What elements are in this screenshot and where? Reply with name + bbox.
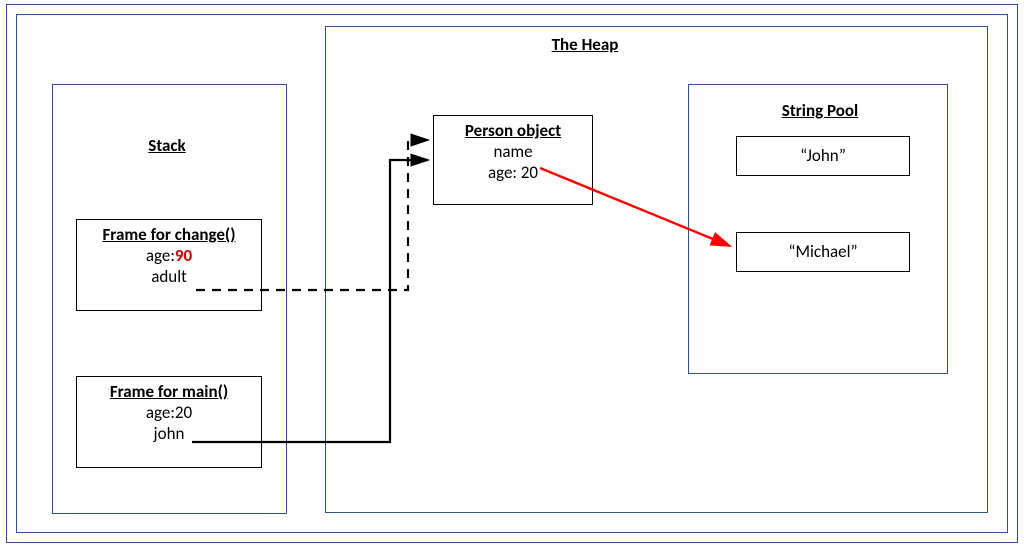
frame-change-content: Frame for change() age:90 adult	[80, 224, 258, 287]
string-michael-box: “Michael”	[736, 232, 910, 272]
frame-main-age: age:20	[80, 402, 258, 423]
heap-title: The Heap	[520, 34, 650, 55]
person-name-label: name	[437, 141, 589, 162]
frame-main-title: Frame for main()	[80, 381, 258, 402]
frame-change-age-value: 90	[175, 245, 192, 266]
heap-title-text: The Heap	[552, 34, 619, 55]
frame-change-age-label: age:	[146, 245, 175, 266]
person-object-title: Person object	[437, 120, 589, 141]
diagram-stage: The Heap Stack Frame for change() age:90…	[0, 0, 1024, 547]
stack-title-text: Stack	[148, 135, 185, 156]
string-michael-text: “Michael”	[788, 241, 857, 262]
frame-main-john: john	[80, 423, 258, 444]
frame-change-title: Frame for change()	[80, 224, 258, 245]
frame-change-adult: adult	[80, 266, 258, 287]
person-object-content: Person object name age: 20	[437, 120, 589, 183]
frame-change-age: age:90	[80, 245, 258, 266]
string-john-box: “John”	[736, 136, 910, 176]
stack-title: Stack	[112, 135, 222, 156]
person-age-line: age: 20	[437, 162, 589, 183]
string-pool-title: String Pool	[760, 100, 880, 121]
frame-main-content: Frame for main() age:20 john	[80, 381, 258, 444]
string-pool-box	[688, 84, 948, 374]
string-john-text: “John”	[800, 145, 846, 166]
